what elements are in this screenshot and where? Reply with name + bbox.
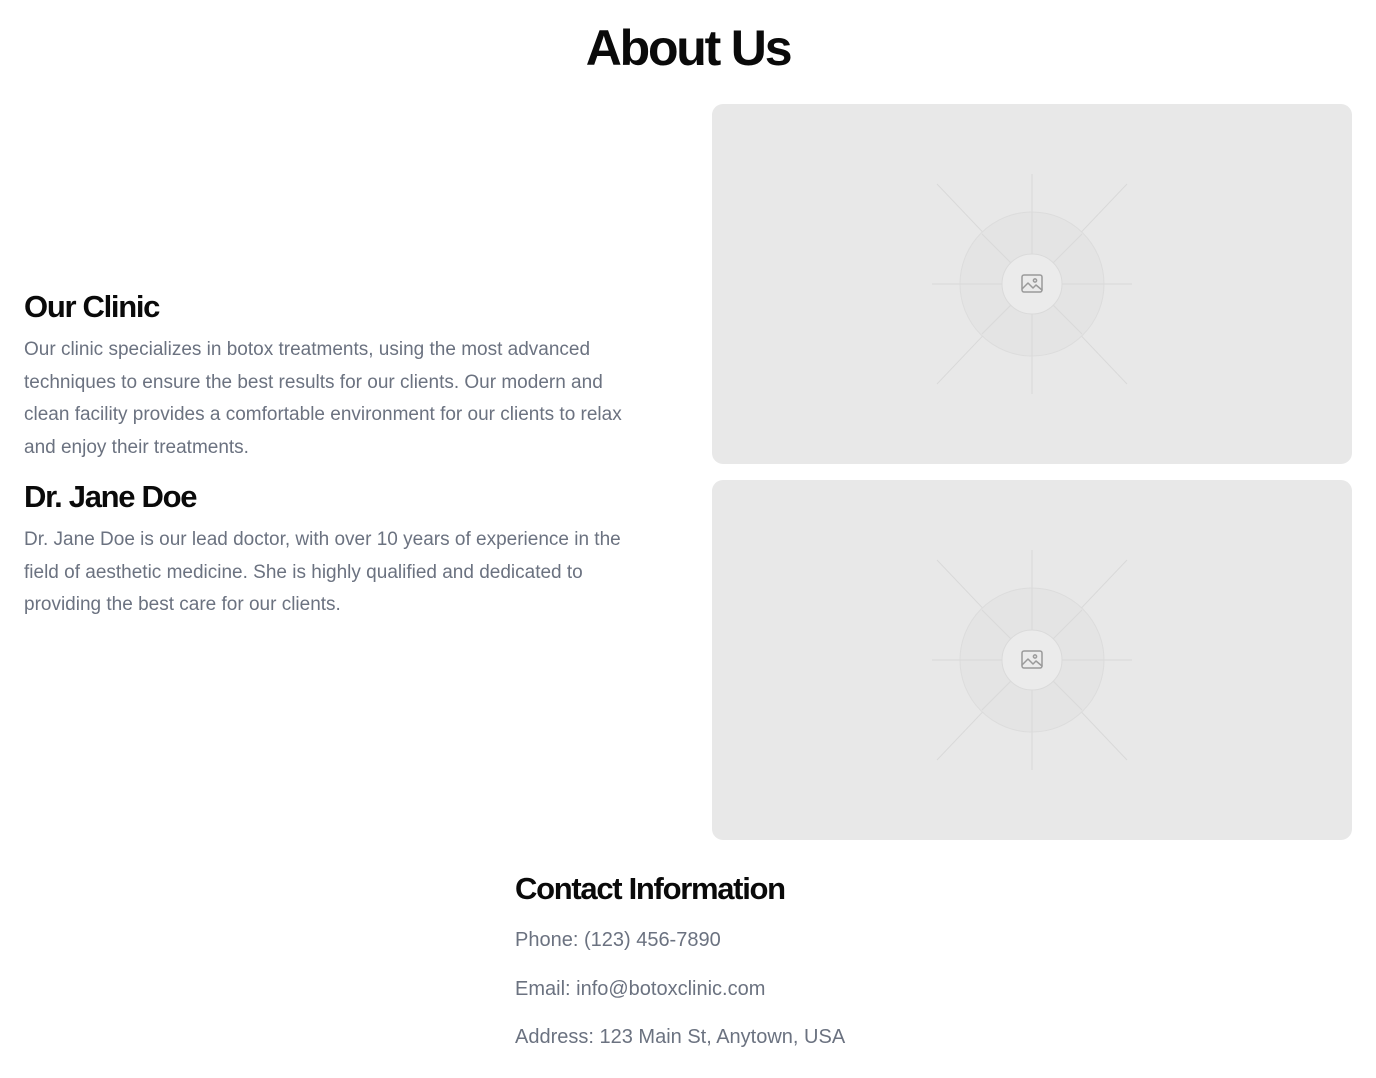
doctor-heading: Dr. Jane Doe	[24, 479, 198, 514]
contact-address: Address: 123 Main St, Anytown, USA	[515, 1026, 846, 1048]
clinic-image-placeholder	[712, 104, 1352, 464]
page-title: About Us	[585, 20, 793, 76]
doctor-description: Dr. Jane Doe is our lead doctor, with ov…	[24, 529, 621, 616]
doctor-image-placeholder	[712, 480, 1352, 840]
clinic-description: Our clinic specializes in botox treatmen…	[24, 339, 622, 458]
contact-heading: Contact Information	[515, 871, 786, 906]
clinic-heading: Our Clinic	[24, 289, 160, 324]
contact-email: Email: info@botoxclinic.com	[515, 978, 766, 1000]
image-placeholder-graphic	[932, 174, 1132, 394]
image-placeholder-graphic	[932, 550, 1132, 770]
contact-phone: Phone: (123) 456-7890	[515, 929, 721, 951]
